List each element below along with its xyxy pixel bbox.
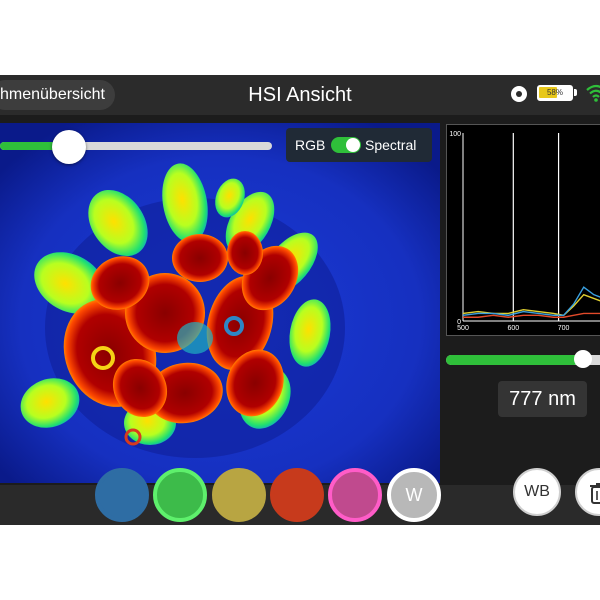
mode-switch[interactable]	[331, 137, 361, 153]
spectrum-plot: 5006007008001000	[449, 131, 600, 332]
page-title: HSI Ansicht	[248, 84, 352, 106]
blue-swatch[interactable]	[95, 468, 149, 522]
x-tick-label: 700	[558, 325, 570, 332]
y-tick-label: 0	[457, 319, 461, 326]
back-button[interactable]: hmenübersicht	[0, 80, 115, 110]
white-swatch[interactable]: W	[387, 468, 441, 522]
olive-swatch[interactable]	[212, 468, 266, 522]
mode-switch-knob	[346, 138, 360, 152]
white-balance-button[interactable]: WB	[513, 468, 561, 516]
wavelength-slider-thumb[interactable]	[574, 350, 592, 368]
leaf	[172, 234, 228, 282]
battery-icon: 58%	[537, 85, 573, 101]
mode-toggle[interactable]: RGB Spectral	[286, 128, 432, 162]
image-slider-thumb[interactable]	[52, 130, 86, 164]
y-tick-label: 100	[449, 131, 461, 138]
green-swatch[interactable]	[153, 468, 207, 522]
x-tick-label: 600	[507, 325, 519, 332]
x-tick-label: 500	[457, 325, 469, 332]
mode-rgb-label: RGB	[295, 137, 326, 153]
spectral-image[interactable]	[0, 123, 440, 483]
hsi-image-viewer[interactable]	[0, 123, 440, 483]
red-swatch[interactable]	[270, 468, 324, 522]
wavelength-slider-fill	[446, 355, 579, 365]
wavelength-readout: 777 nm	[498, 381, 587, 417]
battery-percent: 58%	[546, 88, 563, 97]
spectrum-chart[interactable]: 5006007008001000	[446, 124, 600, 336]
app-window: hmenübersicht HSI Ansicht 58% RGB Spectr…	[0, 75, 600, 525]
battery-tip	[574, 89, 577, 96]
trash-icon	[590, 483, 600, 504]
pink-swatch[interactable]	[328, 468, 382, 522]
leaf	[227, 231, 263, 275]
wifi-icon	[586, 84, 600, 102]
top-bar: hmenübersicht HSI Ansicht 58%	[0, 75, 600, 115]
camera-icon[interactable]	[511, 86, 527, 102]
mode-spectral-label: Spectral	[365, 137, 417, 153]
